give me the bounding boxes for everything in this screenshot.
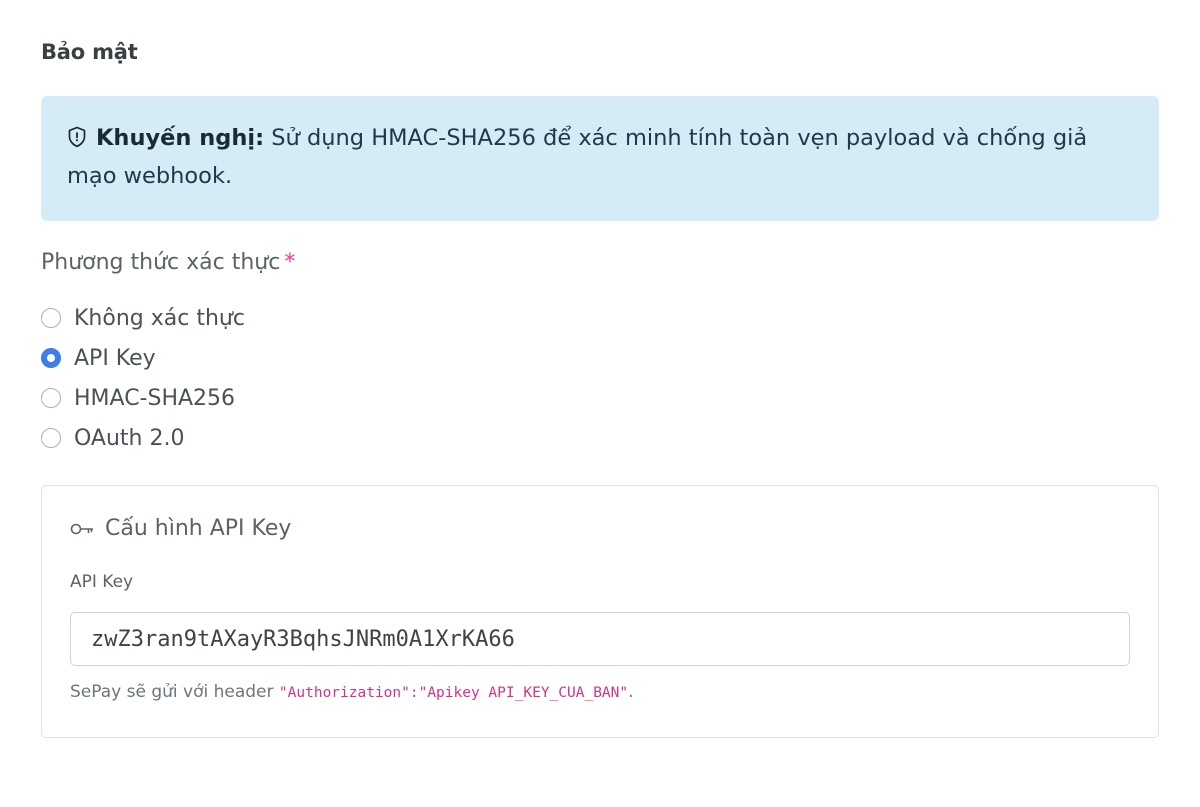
section-title: Bảo mật	[41, 40, 138, 64]
api-key-input[interactable]	[70, 612, 1130, 666]
api-key-config-title-text: Cấu hình API Key	[105, 516, 292, 541]
auth-method-radio-group: Không xác thực API Key HMAC-SHA256 OAuth…	[41, 298, 245, 458]
radio-label-api-key[interactable]: API Key	[74, 346, 156, 371]
auth-method-label: Phương thức xác thực *	[41, 250, 295, 275]
recommendation-alert: Khuyến nghị: Sử dụng HMAC-SHA256 để xác …	[41, 96, 1159, 221]
help-header-code: "Authorization":"Apikey API_KEY_CUA_BAN"	[278, 685, 629, 701]
api-key-config-title: Cấu hình API Key	[70, 516, 291, 541]
help-prefix: SePay sẽ gửi với header	[70, 682, 279, 702]
api-key-config-card: Cấu hình API Key API Key SePay sẽ gửi vớ…	[41, 485, 1159, 738]
api-key-help-text: SePay sẽ gửi với header "Authorization":…	[70, 682, 634, 702]
radio-option-api-key[interactable]: API Key	[41, 338, 245, 378]
auth-method-label-text: Phương thức xác thực	[41, 250, 281, 275]
shield-icon	[68, 126, 86, 148]
key-icon	[70, 523, 94, 534]
radio-option-hmac[interactable]: HMAC-SHA256	[41, 378, 245, 418]
radio-option-oauth[interactable]: OAuth 2.0	[41, 418, 245, 458]
api-key-field-label: API Key	[70, 572, 134, 592]
radio-label-hmac[interactable]: HMAC-SHA256	[74, 386, 235, 411]
radio-oauth[interactable]	[41, 428, 61, 448]
radio-label-oauth[interactable]: OAuth 2.0	[74, 426, 184, 451]
radio-no-auth[interactable]	[41, 308, 61, 328]
help-suffix: .	[628, 682, 634, 702]
radio-hmac[interactable]	[41, 388, 61, 408]
required-mark: *	[284, 250, 296, 275]
alert-label: Khuyến nghị:	[96, 125, 265, 151]
radio-api-key[interactable]	[41, 348, 61, 368]
radio-option-no-auth[interactable]: Không xác thực	[41, 298, 245, 338]
radio-label-no-auth[interactable]: Không xác thực	[74, 306, 245, 331]
